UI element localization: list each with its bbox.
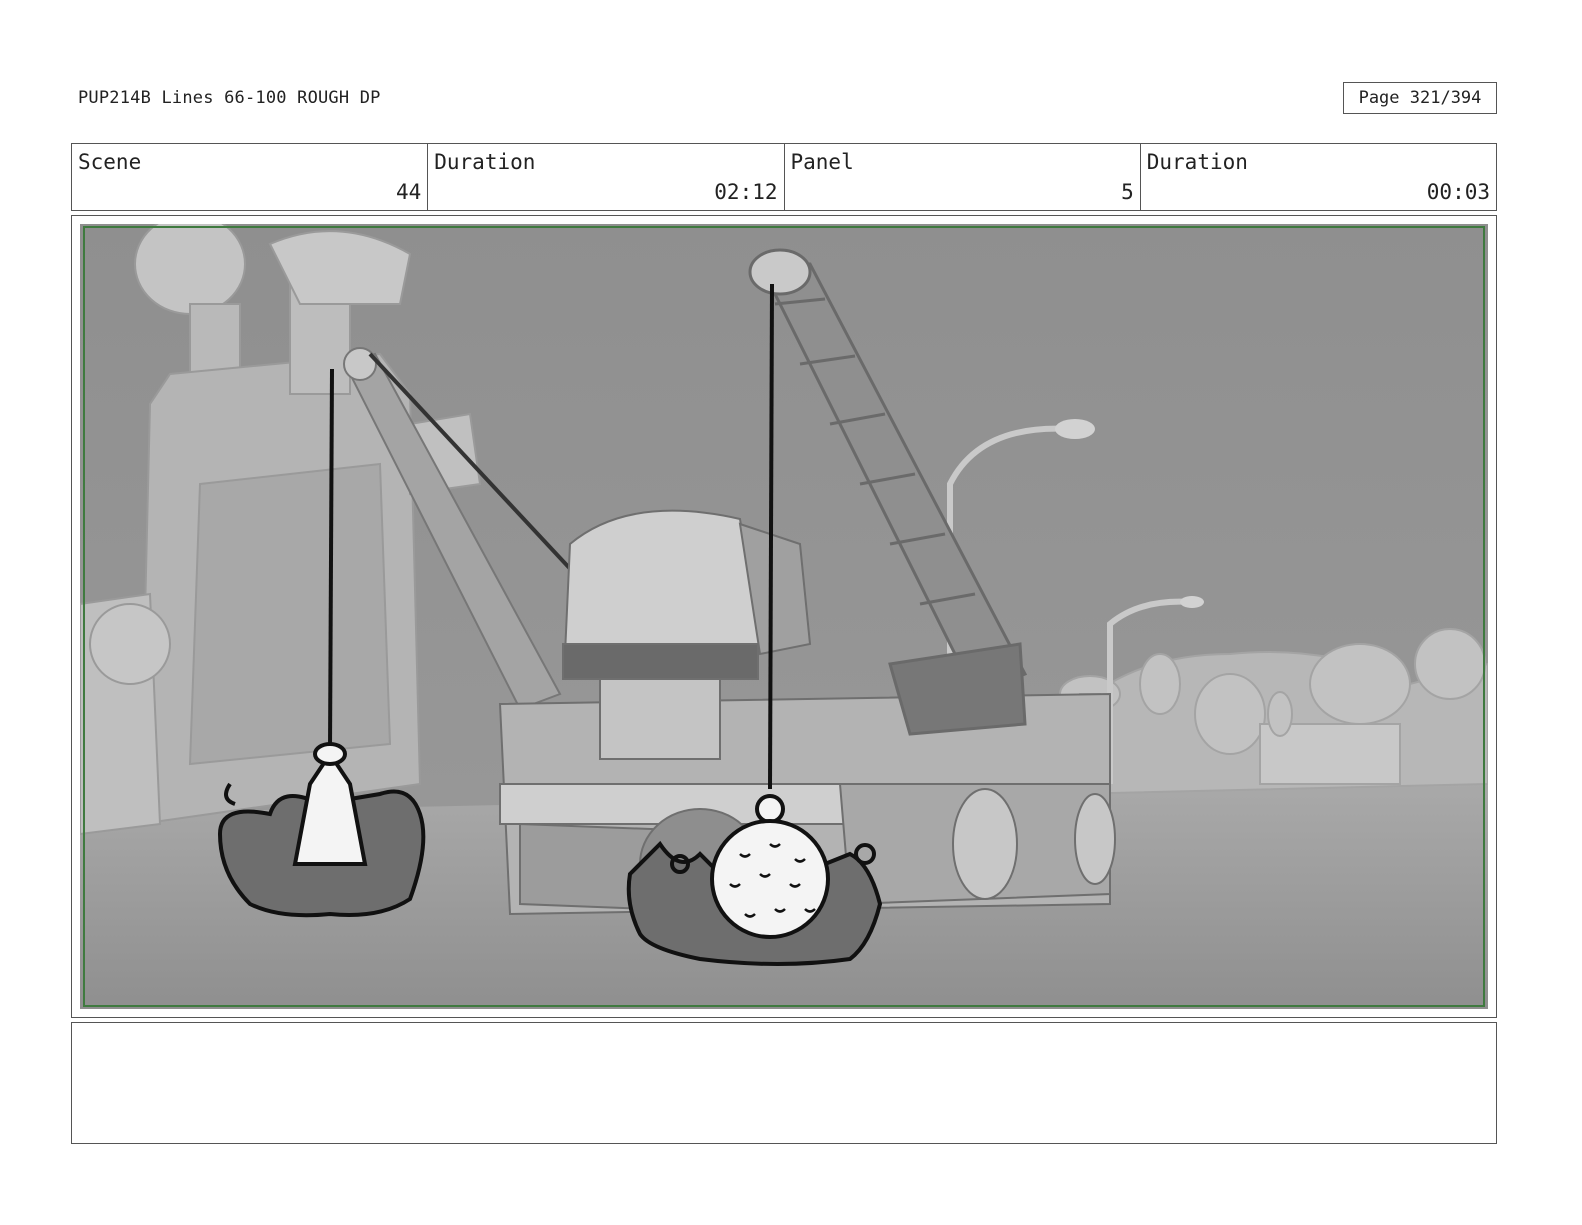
page-number: Page 321/394 [1358, 88, 1482, 108]
scene-info-row: Scene 44 Duration 02:12 Panel 5 Duration… [71, 143, 1497, 211]
panel-duration-value: 00:03 [1426, 180, 1490, 204]
panel-cell: Panel 5 [785, 144, 1141, 210]
scene-illustration [80, 224, 1488, 1009]
storyboard-panel [71, 215, 1497, 1018]
page-number-box: Page 321/394 [1343, 82, 1497, 114]
scene-cell: Scene 44 [72, 144, 429, 210]
document-title: PUP214B Lines 66-100 ROUGH DP [78, 88, 381, 108]
lamp-head-2 [1180, 596, 1204, 608]
panel-image [80, 224, 1488, 1009]
scene-duration-cell: Duration 02:12 [428, 144, 785, 210]
scene-value: 44 [395, 180, 422, 204]
scene-label: Scene [78, 150, 142, 174]
notes-box [71, 1022, 1497, 1144]
panel-label: Panel [790, 150, 854, 174]
panel-duration-label: Duration [1146, 150, 1248, 174]
lamp-head [1055, 419, 1095, 439]
scene-duration-label: Duration [434, 150, 536, 174]
panel-value: 5 [1121, 180, 1134, 204]
panel-duration-cell: Duration 00:03 [1141, 144, 1496, 210]
scene-duration-value: 02:12 [714, 180, 778, 204]
